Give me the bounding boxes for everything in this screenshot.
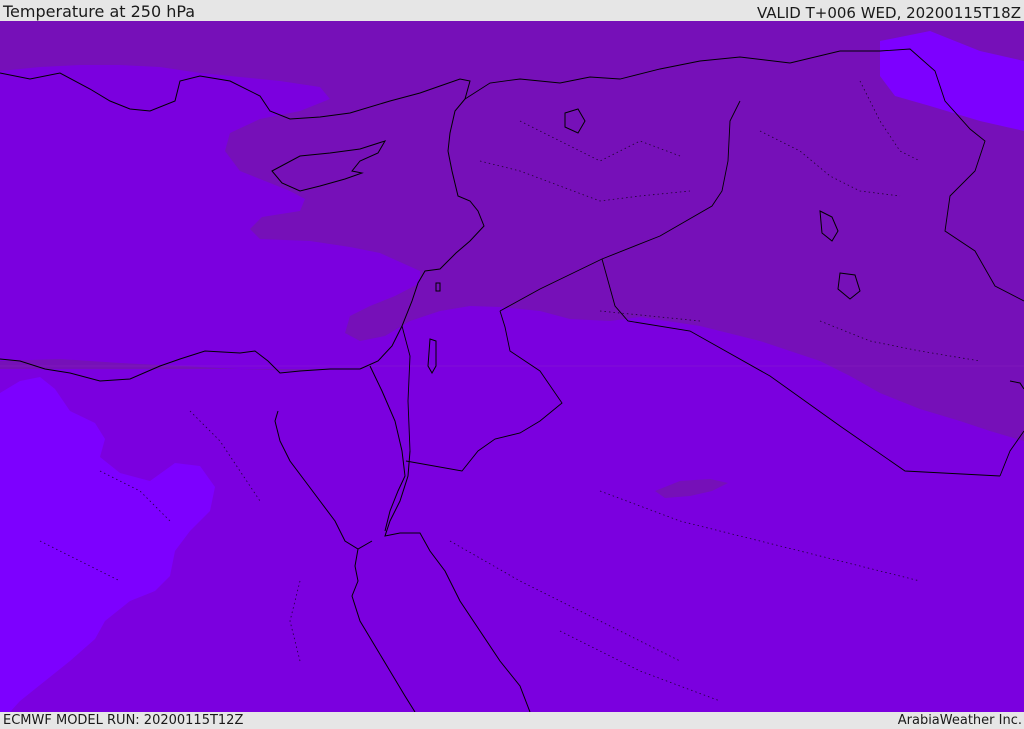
footer-bar: ECMWF MODEL RUN: 20200115T12Z ArabiaWeat… xyxy=(0,712,1024,729)
temperature-map xyxy=(0,21,1024,712)
header-bar: Temperature at 250 hPa VALID T+006 WED, … xyxy=(0,0,1024,21)
map-title: Temperature at 250 hPa xyxy=(3,2,196,21)
valid-time: VALID T+006 WED, 20200115T18Z xyxy=(756,4,1021,22)
credit: ArabiaWeather Inc. xyxy=(897,713,1022,728)
model-run: ECMWF MODEL RUN: 20200115T12Z xyxy=(3,713,244,728)
map-panel xyxy=(0,21,1024,712)
